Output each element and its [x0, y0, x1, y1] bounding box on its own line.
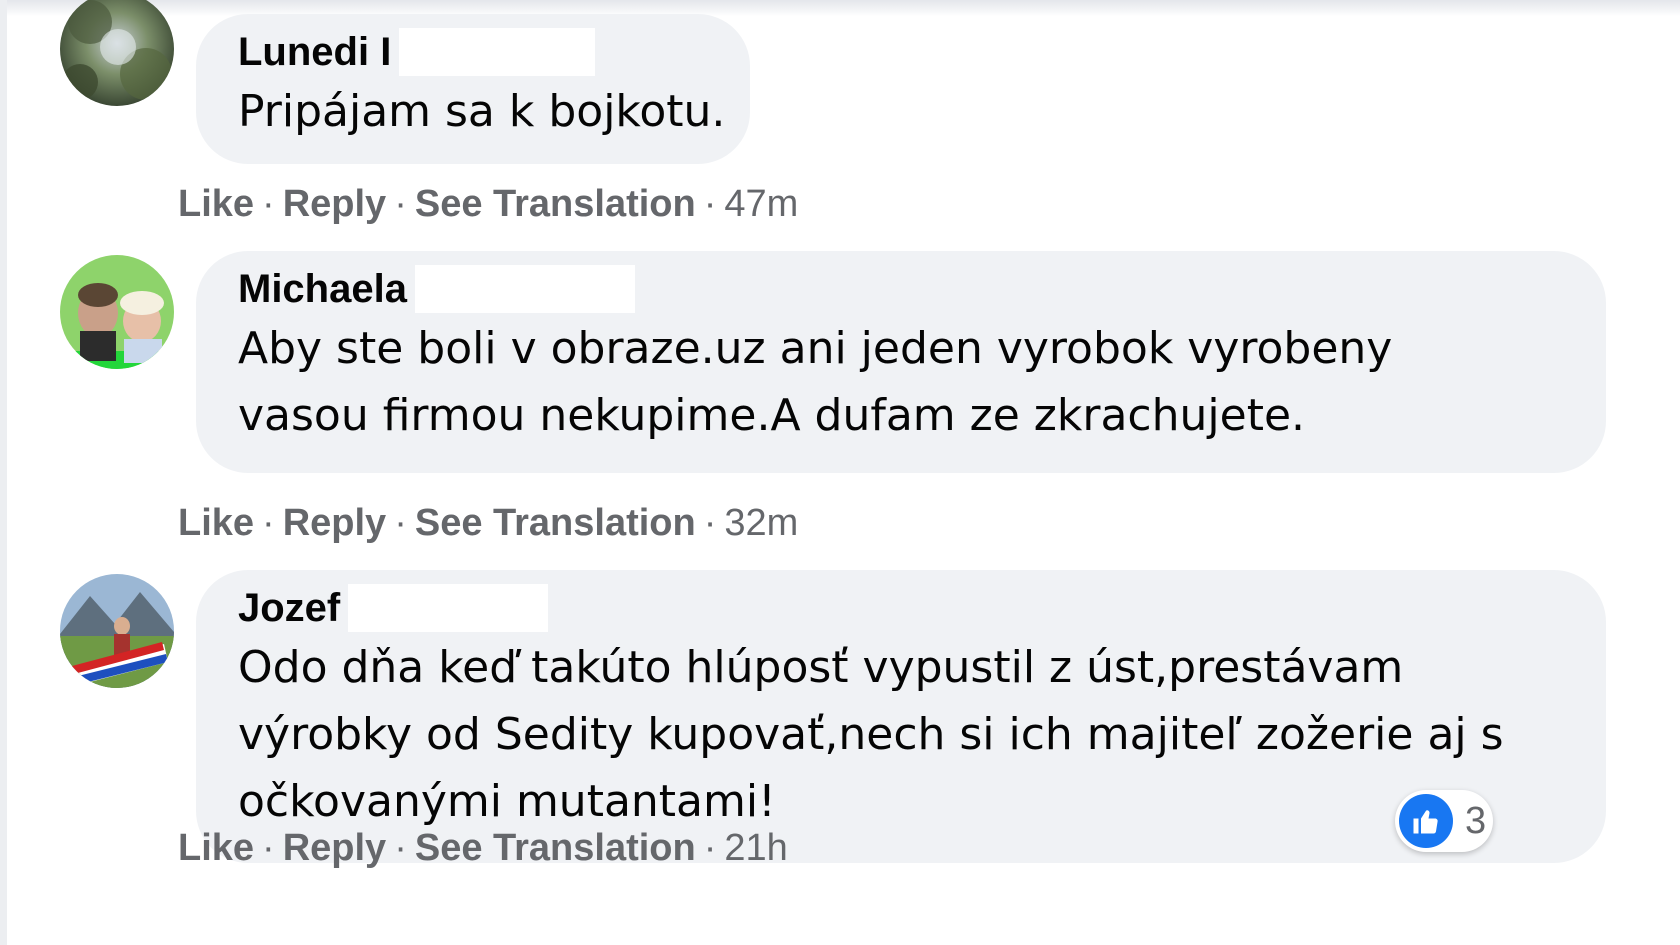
comment-timestamp[interactable]: 47m	[724, 183, 798, 225]
comment-timestamp[interactable]: 32m	[724, 502, 798, 544]
avatar-image	[60, 0, 174, 106]
comment-author[interactable]: Jozef	[238, 584, 340, 632]
like-reaction-icon	[1399, 794, 1453, 848]
reply-button[interactable]: Reply	[283, 502, 386, 544]
comment-bubble: Michaela Aby ste boli v obraze.uz ani je…	[196, 251, 1606, 473]
see-translation-button[interactable]: See Translation	[415, 502, 696, 544]
comment-actions: Like · Reply · See Translation · 47m	[178, 182, 798, 226]
comments-page: Lunedi I Pripájam sa k bojkotu. Like · Rep…	[0, 0, 1680, 945]
comment-author[interactable]: Lunedi I	[238, 28, 391, 76]
reply-button[interactable]: Reply	[283, 183, 386, 225]
separator: ·	[394, 827, 407, 869]
avatar-image	[60, 255, 174, 369]
comment-text-line: Pripájam sa k bojkotu.	[238, 86, 726, 137]
comment-text-line: očkovanými mutantami!	[238, 776, 776, 827]
separator: ·	[262, 502, 275, 544]
thumbs-up-icon	[1413, 810, 1438, 834]
comment-actions: Like · Reply · See Translation · 32m	[178, 501, 798, 545]
comment-text-line: Odo dňa keď takúto hlúposť vypustil z ús…	[238, 642, 1404, 693]
like-button[interactable]: Like	[178, 183, 254, 225]
reactions-badge[interactable]: 3	[1395, 790, 1493, 852]
comment-author[interactable]: Michaela	[238, 265, 407, 313]
reply-button[interactable]: Reply	[283, 827, 386, 869]
redacted-name	[414, 265, 635, 313]
separator: ·	[394, 183, 407, 225]
avatar[interactable]	[60, 255, 174, 369]
avatar[interactable]	[60, 0, 174, 106]
avatar[interactable]	[60, 574, 174, 688]
redacted-name	[348, 584, 549, 632]
comment-text-line: vasou firmou nekupime.A dufam ze zkrachu…	[238, 390, 1305, 441]
see-translation-button[interactable]: See Translation	[415, 183, 696, 225]
separator: ·	[262, 183, 275, 225]
comment-text: Odo dňa keď takúto hlúposť vypustil z ús…	[238, 634, 1566, 835]
avatar-image	[60, 574, 174, 688]
comment-text-line: Aby ste boli v obraze.uz ani jeden vyrob…	[238, 323, 1393, 374]
reaction-count: 3	[1465, 799, 1487, 842]
separator: ·	[703, 183, 717, 225]
separator: ·	[703, 827, 717, 869]
comment-bubble: Lunedi I Pripájam sa k bojkotu.	[196, 14, 750, 164]
redacted-name	[399, 28, 596, 76]
separator: ·	[262, 827, 275, 869]
comment-text: Pripájam sa k bojkotu.	[238, 78, 726, 145]
separator: ·	[703, 502, 717, 544]
see-translation-button[interactable]: See Translation	[415, 827, 696, 869]
like-button[interactable]: Like	[178, 827, 254, 869]
like-button[interactable]: Like	[178, 502, 254, 544]
comment-timestamp[interactable]: 21h	[724, 827, 787, 869]
left-edge	[0, 0, 7, 945]
comment-text: Aby ste boli v obraze.uz ani jeden vyrob…	[238, 315, 1566, 449]
comment-text-line: výrobky od Sedity kupovať,nech si ich ma…	[238, 709, 1504, 760]
separator: ·	[394, 502, 407, 544]
comment-actions: Like · Reply · See Translation · 21h	[178, 826, 788, 870]
